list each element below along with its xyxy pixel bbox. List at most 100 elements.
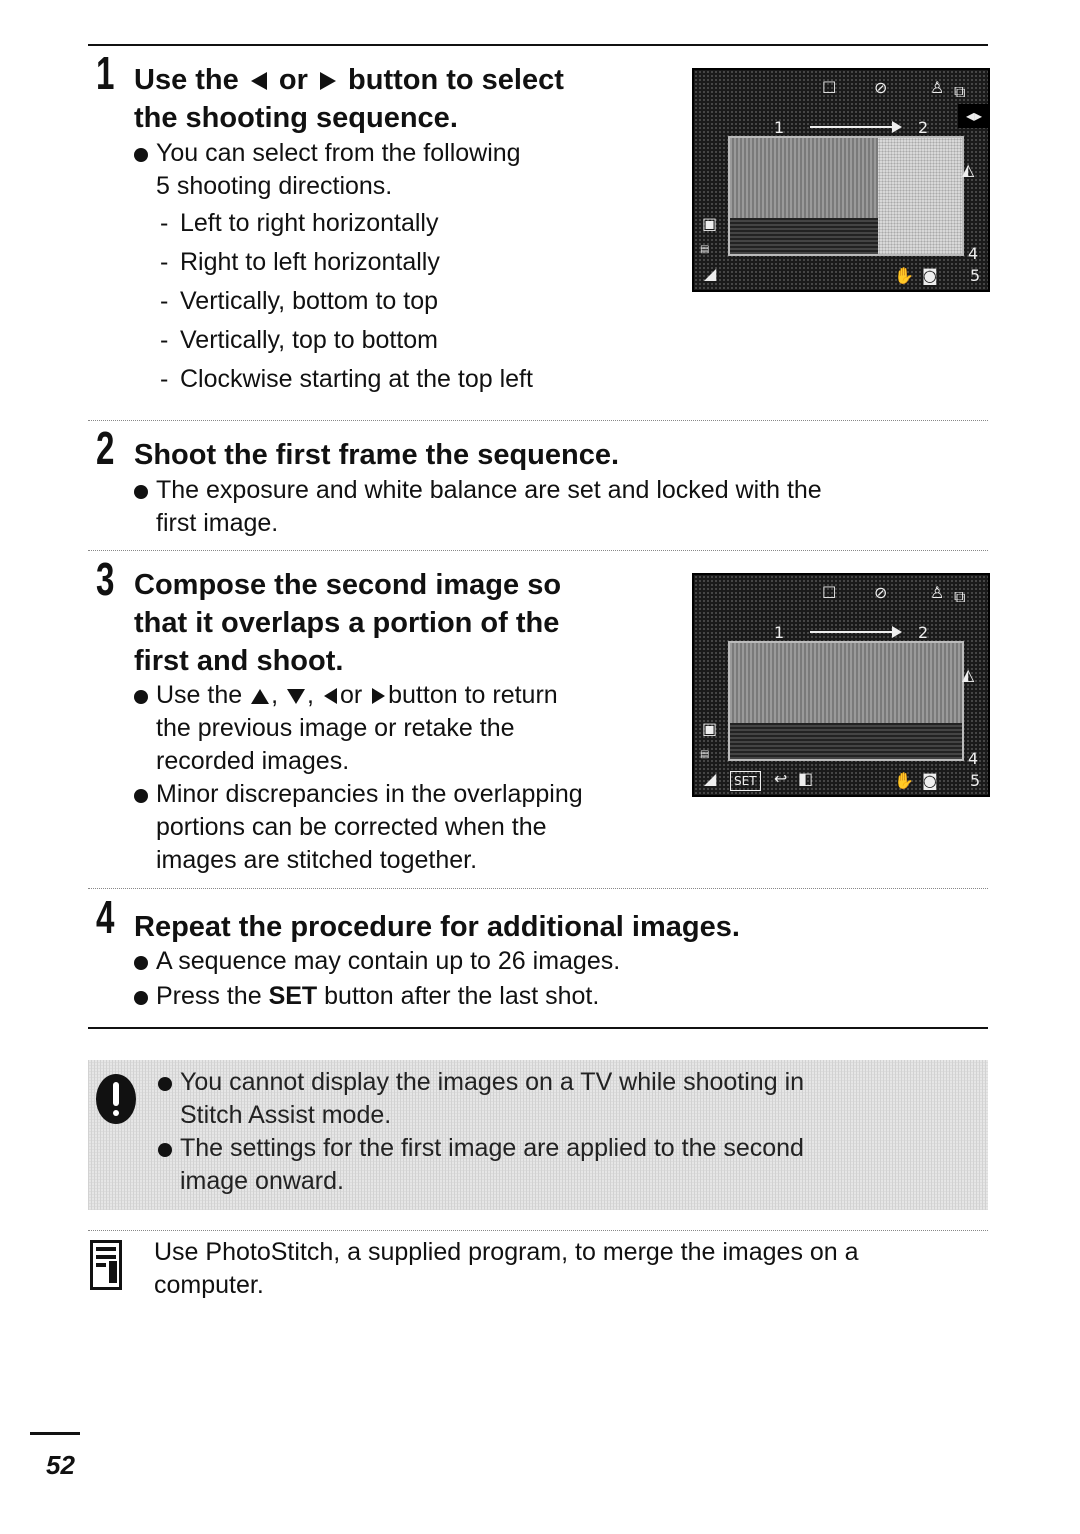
bullet-text: You can select from the following <box>156 139 521 167</box>
viewfinder-preview <box>728 641 964 761</box>
set-button-label: SET <box>730 771 761 791</box>
top-rule <box>88 44 988 46</box>
previous-image-icon: ◧ <box>798 769 814 788</box>
bullet-text: , <box>271 681 279 709</box>
camera-icon: ◙ <box>922 266 938 285</box>
set-button-name: SET <box>268 982 318 1010</box>
step-2-title: Shoot the first frame the sequence. <box>134 439 620 471</box>
option-item: Vertically, top to bottom <box>156 324 672 357</box>
sequence-to: 2 <box>918 623 929 642</box>
bullet-item: A sequence may contain up to 26 images. <box>132 945 972 978</box>
metering-icon: ▣ <box>702 719 718 738</box>
white-balance-icon: ◭ <box>962 160 975 179</box>
up-button-icon <box>251 688 270 704</box>
title-text: Use the <box>134 64 239 96</box>
sequence-from: 1 <box>774 118 785 137</box>
title-text: Compose the second image so <box>134 569 562 601</box>
memo-line: Use PhotoStitch, a supplied program, to … <box>154 1238 859 1266</box>
bullet-text: the previous image or retake the <box>156 714 515 742</box>
bullet-item: You can select from the following 5 shoo… <box>132 137 672 203</box>
step-1-body: You can select from the following 5 shoo… <box>132 137 672 396</box>
stitch-assist-icon: ⧉ <box>954 587 966 606</box>
timer-icon: ⊘ <box>874 583 888 602</box>
bullet-text: portions can be corrected when the <box>156 813 547 841</box>
side-value-bottom: 5 <box>970 771 981 790</box>
person-icon: ♙ <box>930 78 945 97</box>
side-value-top: 4 <box>968 749 979 768</box>
person-icon: ♙ <box>930 583 945 602</box>
direction-options: Left to right horizontally Right to left… <box>132 207 672 396</box>
caution-icon <box>96 1074 136 1124</box>
stabilizer-icon: ✋ <box>894 771 914 790</box>
stabilizer-icon: ✋ <box>894 266 914 285</box>
bullet-text: first image. <box>156 509 279 537</box>
caution-item: The settings for the first image are app… <box>156 1132 976 1198</box>
right-button-icon <box>319 72 336 91</box>
resolution-icon: ▤ <box>700 244 710 255</box>
metering-icon: ▣ <box>702 214 718 233</box>
bullet-text: or <box>339 681 363 709</box>
camera-screen-step-3: ☐ ⊘ ♙ ⧉ 1 2 ◭ ▣ ▤ ◢ SET ↩ ◧ 4 5 ✋ ◙ <box>692 573 990 797</box>
caution-line: image onward. <box>180 1167 344 1195</box>
page-number-rule <box>30 1432 80 1435</box>
right-button-icon <box>372 688 386 705</box>
caution-box: You cannot display the images on a TV wh… <box>88 1060 988 1210</box>
return-arrow-icon: ↩ <box>774 769 788 788</box>
step-2-body: The exposure and white balance are set a… <box>132 474 972 540</box>
left-button-icon <box>323 688 337 705</box>
section-divider <box>88 420 988 421</box>
memo-pencil-icon <box>90 1240 122 1290</box>
section-divider <box>88 1230 988 1231</box>
title-text: that it overlaps a portion of the <box>134 607 560 639</box>
resolution-icon: ▤ <box>700 749 710 760</box>
memo-line: computer. <box>154 1271 264 1299</box>
bullet-text: images are stitched together. <box>156 846 478 874</box>
camera-screen-step-1: ☐ ⊘ ♙ ⧉ 1 2 ◂▸ ◭ ▣ ▤ ◢ 4 5 ✋ ◙ <box>692 68 990 292</box>
memo-text: Use PhotoStitch, a supplied program, to … <box>154 1236 984 1302</box>
option-item: Right to left horizontally <box>156 246 672 279</box>
step-1-number: 1 <box>96 47 115 99</box>
option-item: Vertically, bottom to top <box>156 285 672 318</box>
timer-icon: ⊘ <box>874 78 888 97</box>
bullet-text: 5 shooting directions. <box>156 172 393 200</box>
step-4-number: 4 <box>96 891 115 943</box>
left-button-icon <box>250 72 267 91</box>
step-2-number: 2 <box>96 422 115 474</box>
bullet-text: button to return <box>388 681 558 709</box>
step-3-number: 3 <box>96 553 115 605</box>
image-size-icon: ◢ <box>704 264 717 283</box>
option-item: Clockwise starting at the top left <box>156 363 672 396</box>
title-text: or <box>278 64 308 96</box>
shooting-mode-icon: ☐ <box>822 78 837 97</box>
white-balance-icon: ◭ <box>962 665 975 684</box>
sequence-to: 2 <box>918 118 929 137</box>
bullet-text: button after the last shot. <box>324 982 600 1010</box>
caution-text: You cannot display the images on a TV wh… <box>156 1066 976 1198</box>
section-divider <box>88 1027 988 1029</box>
sequence-from: 1 <box>774 623 785 642</box>
sequence-arrow <box>810 626 902 638</box>
step-1-title: Use the or button to select the shooting… <box>134 61 674 137</box>
title-text: button to select <box>348 64 564 96</box>
title-text: the shooting sequence. <box>134 102 458 134</box>
image-size-icon: ◢ <box>704 769 717 788</box>
shooting-mode-icon: ☐ <box>822 583 837 602</box>
title-text: first and shoot. <box>134 645 344 677</box>
option-item: Left to right horizontally <box>156 207 672 240</box>
bullet-item: Press the SET button after the last shot… <box>132 980 972 1013</box>
viewfinder-preview <box>728 136 964 256</box>
direction-selected-indicator: ◂▸ <box>958 104 988 128</box>
side-value-top: 4 <box>968 244 979 263</box>
caution-item: You cannot display the images on a TV wh… <box>156 1066 976 1132</box>
section-divider <box>88 888 988 889</box>
step-4-title: Repeat the procedure for additional imag… <box>134 911 740 943</box>
camera-icon: ◙ <box>922 771 938 790</box>
down-button-icon <box>287 688 306 704</box>
side-value-bottom: 5 <box>970 266 981 285</box>
bullet-item: Minor discrepancies in the overlapping p… <box>132 778 692 877</box>
step-3-body: Use the , , or button to return the prev… <box>132 679 692 877</box>
bullet-item: Use the , , or button to return the prev… <box>132 679 692 778</box>
step-3-title: Compose the second image so that it over… <box>134 566 694 680</box>
step-4-body: A sequence may contain up to 26 images. … <box>132 945 972 1013</box>
bullet-text: Use the <box>156 681 243 709</box>
